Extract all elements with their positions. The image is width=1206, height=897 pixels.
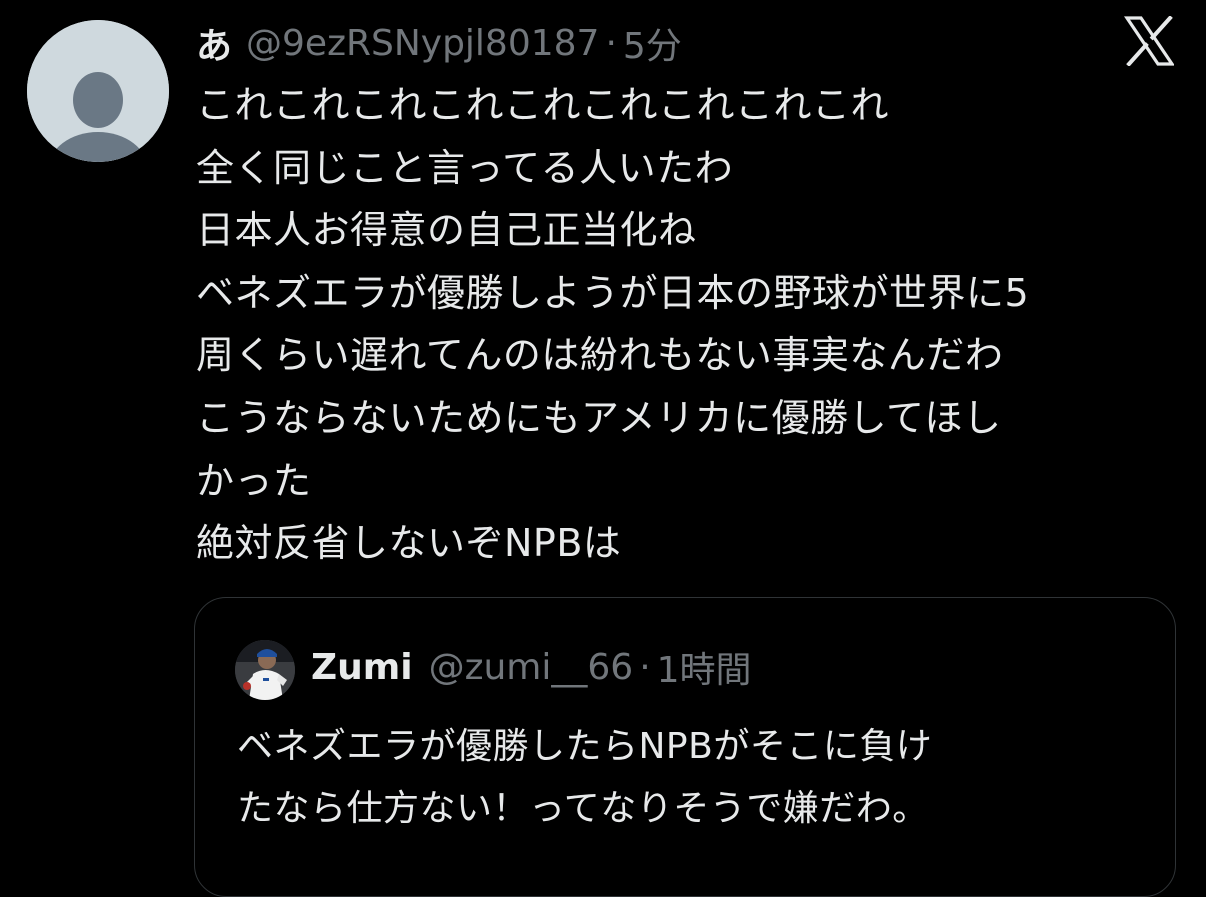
tweet-text-line: 日本人お得意の自己正当化ね bbox=[196, 208, 697, 253]
quoted-tweet-text-line: ベネズエラが優勝したらNPBがそこに負け bbox=[237, 726, 933, 767]
tweet-text-line: 周くらい遅れてんのは紛れもない事実なんだわ bbox=[196, 333, 1004, 378]
quoted-header-separator: · bbox=[639, 646, 651, 688]
tweet-header: あ @9ezRSNypjl80187 · 5分 bbox=[196, 18, 682, 68]
quoted-tweet-timestamp[interactable]: 1時間 bbox=[657, 641, 752, 693]
default-avatar-icon bbox=[27, 20, 169, 162]
tweet-text-line: 絶対反省しないぞNPBは bbox=[196, 521, 622, 566]
quoted-author-display-name[interactable]: Zumi bbox=[311, 647, 413, 688]
baseball-player-photo-icon bbox=[235, 640, 295, 700]
author-avatar[interactable] bbox=[27, 20, 169, 162]
quoted-author-avatar[interactable] bbox=[235, 640, 295, 700]
tweet-text: これこれこれこれこれこれこれこれこれ 全く同じこと言ってる人いたわ 日本人お得意… bbox=[196, 74, 1186, 575]
quoted-tweet-card[interactable]: Zumi @zumi__66 · 1時間 ベネズエラが優勝したらNPBがそこに負… bbox=[194, 597, 1176, 897]
tweet-text-line: 全く同じこと言ってる人いたわ bbox=[196, 145, 734, 190]
author-display-name[interactable]: あ bbox=[196, 17, 232, 69]
x-logo-icon bbox=[1123, 15, 1176, 67]
tweet-text-line: こうならないためにもアメリカに優勝してほし bbox=[196, 395, 1002, 440]
tweet-text-line: かった bbox=[196, 458, 312, 503]
tweet-text-line: ベネズエラが優勝しようが日本の野球が世界に5 bbox=[196, 270, 1030, 315]
author-handle[interactable]: @9ezRSNypjl80187 bbox=[246, 23, 599, 64]
tweet-text-line: これこれこれこれこれこれこれこれこれ bbox=[196, 83, 890, 127]
tweet-timestamp[interactable]: 5分 bbox=[623, 17, 682, 69]
quoted-tweet-text-line: たなら仕方ない！ってなりそうで嫌だわ。 bbox=[237, 788, 929, 829]
header-separator: · bbox=[605, 22, 617, 64]
quoted-tweet-header: Zumi @zumi__66 · 1時間 bbox=[311, 642, 752, 692]
quoted-tweet-text: ベネズエラが優勝したらNPBがそこに負け たなら仕方ない！ってなりそうで嫌だわ。 bbox=[237, 716, 1137, 840]
quoted-author-handle[interactable]: @zumi__66 bbox=[429, 647, 634, 688]
